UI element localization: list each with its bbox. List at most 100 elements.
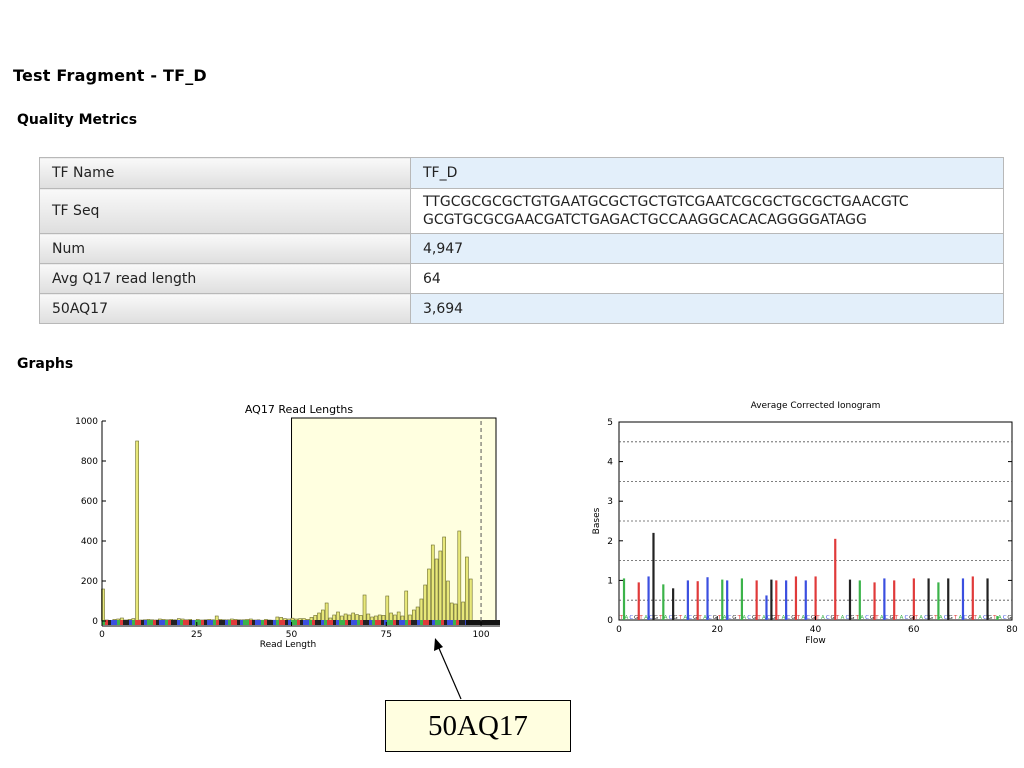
base-mark <box>225 620 228 625</box>
base-mark <box>132 620 135 625</box>
base-mark <box>180 620 183 625</box>
base-mark <box>144 620 147 625</box>
bar <box>135 440 139 622</box>
base-mark <box>189 620 192 625</box>
graphs-heading: Graphs <box>17 356 74 372</box>
base-mark <box>255 620 258 625</box>
base-mark <box>168 620 171 625</box>
base-mark <box>249 620 252 625</box>
base-mark <box>198 620 201 625</box>
bar <box>427 568 431 622</box>
metric-label: TF Seq <box>39 188 411 234</box>
base-mark <box>186 620 189 625</box>
aq17-read-lengths-chart: 0 200 400 600 800 1000 0 25 50 75 100 Read Length AQ… <box>75 403 500 650</box>
bar <box>446 580 450 622</box>
base-mark <box>456 620 459 625</box>
base-mark <box>282 620 285 625</box>
base-mark <box>432 620 435 625</box>
base-mark <box>165 620 168 625</box>
y-tick-label: 400 <box>81 537 98 547</box>
base-mark <box>336 620 339 625</box>
quality-metrics-table: TF Name TF_D TF Seq TTGCGCGCGCTGTGAATGCG… <box>39 157 1004 324</box>
ionogram-bar <box>814 576 817 620</box>
base-mark <box>264 620 267 625</box>
x-tick-label: 75 <box>381 630 392 640</box>
ionogram-bar <box>883 578 886 620</box>
base-mark <box>222 620 225 625</box>
base-mark <box>150 620 153 625</box>
base-mark <box>270 620 273 625</box>
base-mark <box>120 620 123 625</box>
base-mark <box>462 620 465 625</box>
ionogram-bar <box>937 582 940 620</box>
ionogram-bar <box>961 578 965 620</box>
base-mark <box>237 620 240 625</box>
base-mark <box>219 620 222 625</box>
base-mark <box>354 620 357 625</box>
base-mark <box>390 620 393 625</box>
base-mark <box>459 620 462 625</box>
base-mark <box>387 620 390 625</box>
chart-title: AQ17 Read Lengths <box>245 403 354 416</box>
x-tick-label: 20 <box>712 625 724 635</box>
base-strip-tail <box>465 620 500 625</box>
bar <box>461 601 465 622</box>
table-row: TF Seq TTGCGCGCGCTGTGAATGCGCTGCTGTCGAATC… <box>39 188 1004 234</box>
bar <box>351 612 355 622</box>
ionogram-bar <box>622 578 626 620</box>
y-axis-label: Bases <box>592 507 602 534</box>
base-mark <box>426 620 429 625</box>
base-mark <box>252 620 255 625</box>
y-tick-label: 5 <box>607 418 613 428</box>
base-mark <box>162 620 165 625</box>
ionogram-bar <box>927 578 930 620</box>
ionogram-bar <box>647 576 650 620</box>
ionogram-bar <box>947 578 950 620</box>
base-mark <box>321 620 324 625</box>
base-mark <box>450 620 453 625</box>
base-mark <box>246 620 249 625</box>
flow-letter: C <box>826 615 830 621</box>
base-mark <box>396 620 399 625</box>
flow-letter: T <box>953 615 958 621</box>
base-mark <box>147 620 150 625</box>
ionogram-bar <box>696 581 699 620</box>
bar <box>457 530 462 622</box>
ionogram-bar <box>765 595 768 620</box>
flow-letter: T <box>678 615 683 621</box>
y-tick-label: 1 <box>607 576 613 586</box>
flow-letter: C <box>865 615 869 621</box>
quality-metrics-heading: Quality Metrics <box>17 112 138 128</box>
metric-value: 4,947 <box>410 233 1004 264</box>
y-tick-label: 4 <box>607 458 613 468</box>
flow-letter: A <box>978 615 982 621</box>
y-tick-label: 0 <box>92 617 98 627</box>
base-mark <box>402 620 405 625</box>
x-tick-label: 0 <box>616 625 622 635</box>
bar <box>442 536 446 622</box>
base-mark <box>183 620 186 625</box>
base-mark <box>177 620 180 625</box>
base-mark <box>375 620 378 625</box>
bar <box>321 609 325 622</box>
ionogram-bar <box>858 580 861 620</box>
base-mark <box>453 620 456 625</box>
base-mark <box>420 620 423 625</box>
y-tick-label: 800 <box>81 457 98 467</box>
base-mark <box>423 620 426 625</box>
ionogram-bar <box>672 588 675 620</box>
ionogram-bar <box>662 584 665 620</box>
x-tick-label: 100 <box>472 630 489 640</box>
flow-letter: C <box>629 615 633 621</box>
ionogram-bar <box>971 576 974 620</box>
base-mark <box>363 620 366 625</box>
ionogram-bar <box>686 580 689 620</box>
metric-value: TTGCGCGCGCTGTGAATGCGCTGCTGTCGAATCGCGCTGC… <box>410 188 1004 234</box>
x-tick-label: 0 <box>99 630 105 640</box>
x-tick-label: 80 <box>1006 625 1018 635</box>
bar <box>385 595 390 622</box>
base-mark <box>318 620 321 625</box>
ionogram-bar <box>721 579 724 620</box>
y-tick-label: 200 <box>81 577 98 587</box>
y-tick-label: 600 <box>81 497 98 507</box>
